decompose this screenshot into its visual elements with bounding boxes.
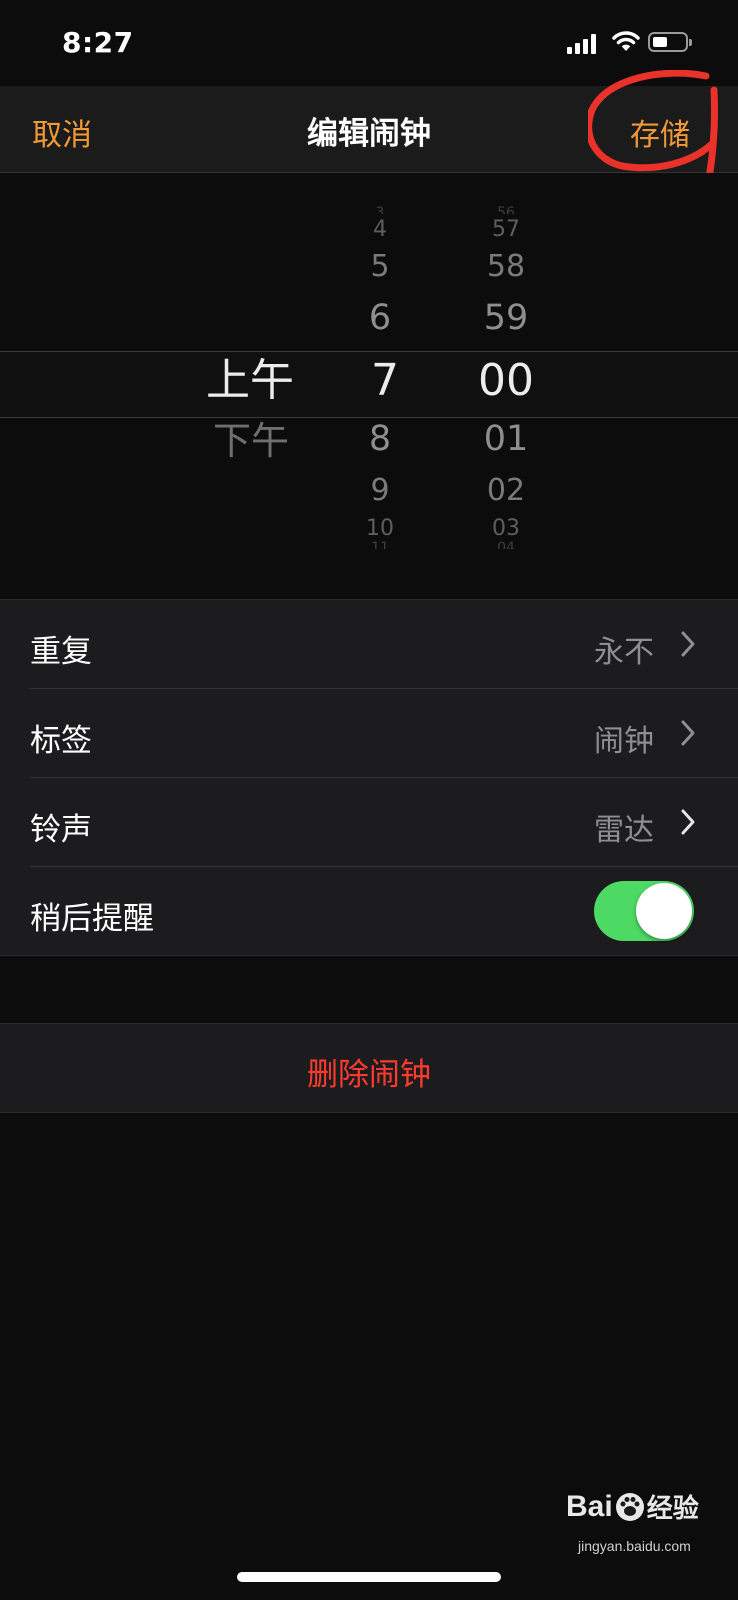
label-label: 标签	[30, 723, 92, 759]
settings-list: 重复 永不 标签 闹钟 铃声 雷达 稍后提醒	[0, 599, 738, 956]
paw-icon	[615, 1492, 644, 1521]
repeat-row[interactable]: 重复 永不	[0, 600, 738, 688]
picker-minute-selected[interactable]: 00	[461, 359, 551, 403]
picker-hour-option[interactable]: 4	[345, 219, 415, 241]
picker-minute-option[interactable]: 04	[466, 541, 546, 549]
wifi-icon	[612, 31, 640, 51]
picker-period-option[interactable]: 下午	[206, 422, 296, 460]
sound-value: 雷达	[594, 813, 654, 848]
sound-label: 铃声	[30, 812, 92, 848]
picker-minute-option[interactable]: 57	[466, 219, 546, 241]
picker-hour-selected[interactable]: 7	[345, 359, 425, 403]
picker-minute-option[interactable]: 59	[466, 301, 546, 336]
picker-minute-option[interactable]: 02	[466, 476, 546, 506]
picker-minute-option[interactable]: 03	[466, 518, 546, 540]
picker-period-selected[interactable]: 上午	[200, 359, 300, 403]
label-value: 闹钟	[594, 724, 654, 759]
snooze-label: 稍后提醒	[30, 901, 154, 937]
chevron-right-icon	[681, 720, 695, 746]
cellular-signal-icon	[567, 34, 596, 54]
picker-hour-option[interactable]: 8	[345, 422, 415, 457]
picker-minute-option[interactable]: 58	[466, 252, 546, 282]
picker-hour-option[interactable]: 11	[345, 541, 415, 549]
picker-hour-option[interactable]: 3	[345, 206, 415, 214]
repeat-label: 重复	[30, 634, 92, 670]
label-row[interactable]: 标签 闹钟	[0, 689, 738, 777]
picker-hour-option[interactable]: 6	[345, 301, 415, 336]
chevron-right-icon	[681, 631, 695, 657]
snooze-row: 稍后提醒	[0, 867, 738, 955]
picker-minute-option[interactable]: 56	[466, 206, 546, 214]
delete-alarm-button[interactable]: 删除闹钟	[0, 1023, 738, 1113]
sound-row[interactable]: 铃声 雷达	[0, 778, 738, 866]
status-time: 8:27	[62, 26, 134, 59]
picker-hour-option[interactable]: 9	[345, 476, 415, 506]
picker-minute-option[interactable]: 01	[466, 422, 546, 457]
repeat-value: 永不	[594, 635, 654, 670]
watermark-brand: Bai	[566, 1489, 613, 1523]
baidu-watermark: Bai 经验	[566, 1488, 699, 1525]
time-picker[interactable]: 上午 下午 3 4 5 6 7 8 9 10 11 56 57 58 59 00…	[0, 173, 738, 587]
watermark-url: jingyan.baidu.com	[578, 1538, 691, 1554]
chevron-right-icon	[681, 809, 695, 835]
battery-icon	[648, 32, 692, 52]
snooze-toggle[interactable]	[594, 881, 694, 941]
picker-hour-option[interactable]: 5	[345, 252, 415, 282]
toggle-knob	[636, 883, 692, 939]
home-indicator[interactable]	[237, 1572, 501, 1582]
picker-hour-option[interactable]: 10	[340, 518, 420, 540]
delete-alarm-label: 删除闹钟	[307, 1057, 431, 1093]
watermark-brand-cn: 经验	[646, 1493, 699, 1523]
